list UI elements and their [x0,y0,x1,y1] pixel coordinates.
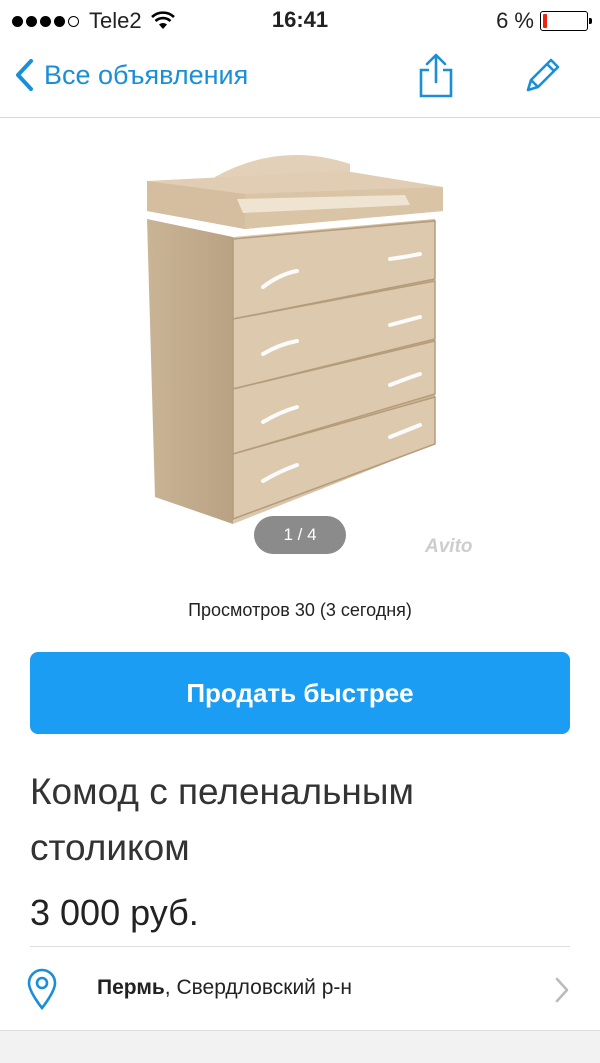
edit-button[interactable] [522,54,564,101]
back-button[interactable]: Все объявления [14,58,248,92]
battery-icon [540,11,592,31]
battery-percent: 6 % [496,8,534,33]
photo-gallery[interactable]: 1 / 4 Avito [0,119,600,569]
listing-price: 3 000 руб. [30,892,199,933]
views-count: Просмотров 30 (3 сегодня) [188,600,412,620]
watermark-logo: Avito [425,536,473,557]
back-label: Все объявления [44,59,249,90]
location-row[interactable]: Пермь, Свердловский р-н [0,948,600,1030]
dresser-image [147,155,443,524]
chevron-right-icon [555,977,569,1003]
share-icon [419,53,453,98]
map-pin-icon [27,968,57,1010]
photo-counter: 1 / 4 [254,516,346,554]
sell-faster-button[interactable]: Продать быстрее [30,652,570,734]
bottom-section [0,1031,600,1063]
divider [30,946,570,947]
status-bar: Tele2 16:41 6 % [0,0,600,40]
pencil-icon [526,58,560,92]
city-name: Пермь [97,976,165,999]
share-button[interactable] [415,52,457,105]
listing-title: Комод с пеленальным столиком [30,771,414,868]
chevron-left-icon [16,59,33,91]
navigation-bar: Все объявления [0,40,600,118]
listing-photo[interactable] [75,119,525,569]
district-name: , Свердловский р-н [164,976,353,999]
location-text: Пермь, Свердловский р-н [97,976,352,1000]
